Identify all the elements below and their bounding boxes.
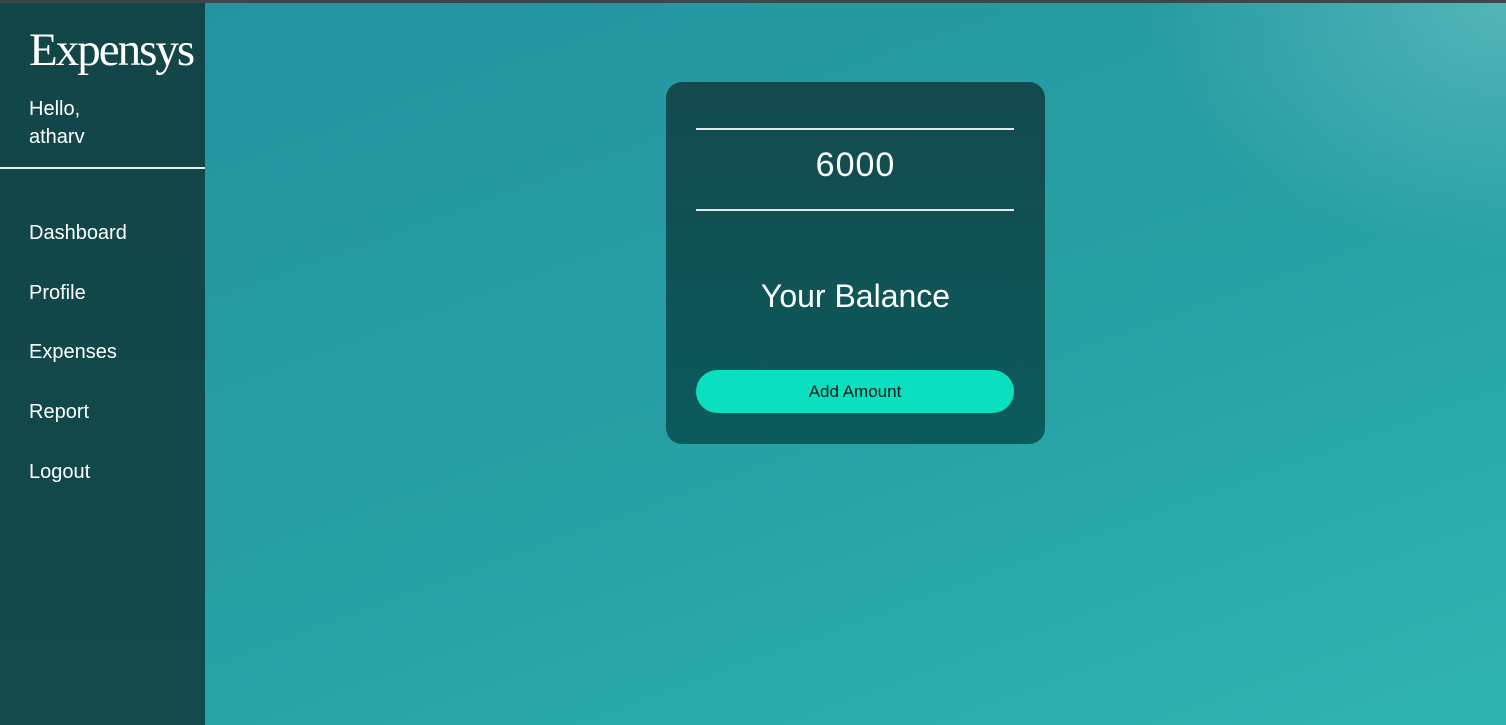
balance-card: 6000 Your Balance Add Amount xyxy=(666,82,1045,444)
sidebar-divider xyxy=(0,167,205,169)
user-greeting: Hello, atharv xyxy=(29,95,85,151)
sidebar-item-expenses[interactable]: Expenses xyxy=(0,334,205,394)
sidebar-item-dashboard[interactable]: Dashboard xyxy=(0,215,205,275)
amount-bottom-rule xyxy=(696,209,1014,211)
brand-logo[interactable]: Expensys xyxy=(29,23,195,77)
add-amount-button[interactable]: Add Amount xyxy=(696,370,1014,413)
main-content: 6000 Your Balance Add Amount xyxy=(205,3,1506,725)
amount-top-rule xyxy=(696,128,1014,130)
username: atharv xyxy=(29,126,85,148)
balance-amount: 6000 xyxy=(815,146,896,184)
greeting-text: Hello, xyxy=(29,98,81,120)
balance-label: Your Balance xyxy=(760,278,951,314)
sidebar-item-profile[interactable]: Profile xyxy=(0,275,205,335)
sidebar-item-report[interactable]: Report xyxy=(0,394,205,454)
sidebar-nav: Dashboard Profile Expenses Report Logout xyxy=(0,215,205,513)
sidebar: Expensys Hello, atharv Dashboard Profile… xyxy=(0,3,205,725)
sidebar-item-logout[interactable]: Logout xyxy=(0,454,205,514)
